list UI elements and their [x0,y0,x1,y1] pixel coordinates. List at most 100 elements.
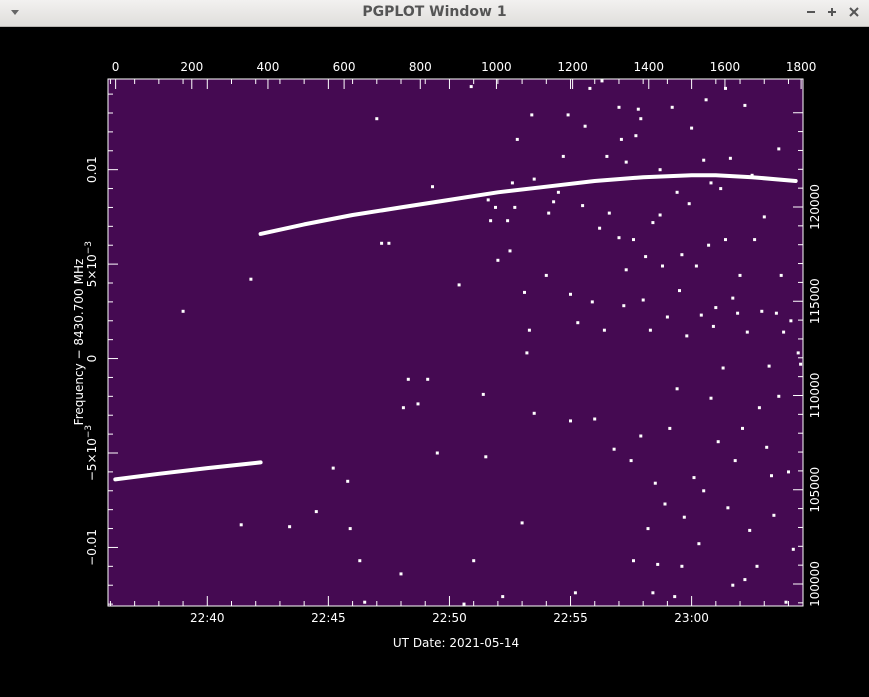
data-point [678,289,681,293]
y-right-tick-label: 115000 [808,278,822,324]
data-point [600,79,604,83]
y-right-tick-label: 100000 [808,561,822,607]
pgplot-canvas[interactable]: 22:40 22:45 22:50 22:55 23:00 0 200 400 600 800 10… [1,27,868,693]
data-point [690,126,694,130]
minimize-button[interactable] [802,3,820,21]
x-top-tick-label: 1000 [481,60,512,74]
data-point [375,117,379,121]
data-point [617,236,621,240]
data-point [682,515,686,519]
maximize-button[interactable] [823,3,841,21]
x-top-tick-label: 1200 [557,60,588,74]
data-point [668,426,672,430]
data-point [767,364,771,368]
x-axis-label: UT Date: 2021-05-14 [393,636,519,650]
data-point [648,328,652,332]
data-point [687,202,691,206]
data-point [724,238,727,242]
data-point [651,221,655,225]
data-point [588,86,592,90]
data-point [348,527,352,531]
data-point [617,105,621,109]
data-point [757,406,761,410]
data-point [743,578,747,582]
data-point [416,402,420,406]
data-point [387,241,391,245]
data-point [634,134,638,138]
y-axis-label: Frequency − 8430.700MHz [72,259,86,426]
data-point [532,411,536,415]
data-point [501,595,505,599]
data-point [632,559,635,563]
data-point [702,158,706,162]
data-point [288,525,292,529]
data-point [552,200,556,204]
data-point [581,204,585,208]
data-point [733,459,737,463]
data-point [629,459,633,463]
data-point [787,470,790,474]
data-point [462,602,466,606]
data-point [658,168,662,172]
data-point [741,426,744,430]
data-point [506,219,510,223]
data-point [728,156,732,160]
x-top-tick-label: 1800 [786,60,817,74]
data-point [561,154,565,158]
data-point [704,98,708,102]
data-point [711,324,715,328]
data-point [670,105,674,109]
y-left-tick-exponent: −3 [84,425,94,438]
plot-svg: 22:40 22:45 22:50 22:55 23:00 0 200 400 600 800 10… [72,60,822,650]
data-point [569,292,572,296]
data-point [675,190,679,194]
data-point [607,211,611,215]
data-point [673,595,677,599]
x-bottom-tick-label: 23:00 [674,611,709,625]
y-left-tick-label: 0.01 [85,156,99,183]
close-icon [849,7,859,17]
data-point [399,572,403,576]
data-point [791,547,795,551]
data-point [624,160,628,164]
data-point [573,591,577,595]
data-point [699,313,703,317]
data-point [532,177,536,181]
x-bottom-tick-label: 22:40 [190,611,225,625]
data-point [736,311,740,315]
data-point [697,542,701,546]
data-point [731,296,735,300]
data-point [656,562,660,566]
data-point [799,362,803,366]
data-point [590,300,594,304]
data-point [515,137,519,141]
data-point [796,351,800,355]
data-point [639,434,643,438]
data-point [661,264,664,268]
data-point [576,321,580,325]
data-point [593,417,597,421]
data-point [481,392,485,396]
data-point [719,187,723,191]
y-right-tick-label: 120000 [808,184,822,230]
data-point [651,591,655,595]
data-point [513,205,517,209]
data-point [779,273,783,277]
x-bottom-tick-label: 22:55 [553,611,588,625]
y-right-tick-label: 105000 [808,467,822,513]
y-left-tick-label: −0.01 [85,529,99,566]
data-point [738,273,742,277]
data-point [380,241,384,245]
data-point [639,117,643,121]
data-point [685,334,689,338]
x-top-tick-label: 200 [180,60,203,74]
data-point [692,476,696,480]
close-button[interactable] [845,3,863,21]
data-point [777,147,781,151]
maximize-icon [828,8,836,16]
data-point [469,85,473,89]
data-point [569,419,572,423]
data-point [346,479,350,483]
data-point [401,406,405,410]
data-point [636,107,640,111]
